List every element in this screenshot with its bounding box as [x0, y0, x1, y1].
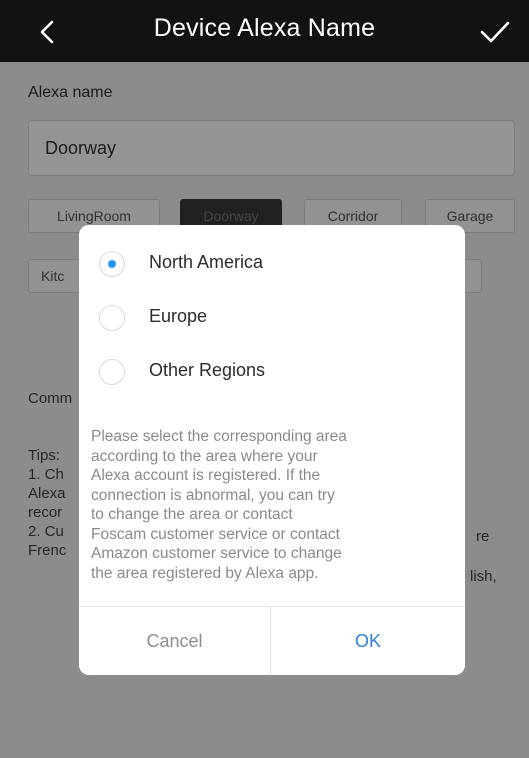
- description-line: to change the area or contact: [91, 506, 293, 523]
- cancel-button[interactable]: Cancel: [79, 607, 271, 675]
- option-label: Europe: [149, 306, 208, 326]
- description-line: Alexa account is registered. If the: [91, 467, 321, 484]
- option-other-regions[interactable]: Other Regions: [99, 357, 419, 387]
- option-europe[interactable]: Europe: [99, 303, 419, 333]
- top-app-bar: Device Alexa Name: [0, 0, 529, 62]
- option-north-america[interactable]: North America: [99, 249, 419, 279]
- description-line: the area registered by Alexa app.: [91, 564, 319, 582]
- option-label: North America: [149, 252, 264, 272]
- ok-button[interactable]: OK: [272, 607, 464, 675]
- option-label: Other Regions: [149, 360, 266, 380]
- description-line: connection is abnormal, you can try: [91, 486, 335, 504]
- region-select-dialog: North America Europe Other Regions Pleas…: [79, 225, 465, 675]
- region-description: Please select the corresponding area acc…: [91, 427, 455, 583]
- checkmark-icon[interactable]: [479, 18, 511, 46]
- description-line: Amazon customer service to change: [91, 545, 342, 562]
- radio-selected-icon[interactable]: [99, 251, 125, 277]
- description-line: Foscam customer service or contact: [91, 525, 340, 543]
- page-title: Device Alexa Name: [153, 14, 376, 42]
- dialog-button-row: Cancel OK: [79, 606, 465, 675]
- radio-unselected-icon[interactable]: [99, 359, 125, 385]
- radio-unselected-icon[interactable]: [99, 305, 125, 331]
- description-line: Please select the corresponding area: [91, 428, 347, 445]
- description-line: according to the area where your: [91, 447, 318, 465]
